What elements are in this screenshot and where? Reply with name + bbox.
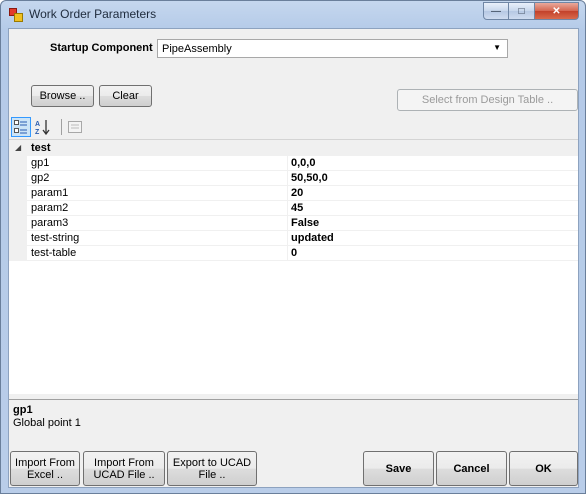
ok-button[interactable]: OK <box>509 451 578 486</box>
help-pane: gp1 Global point 1 <box>9 399 578 447</box>
property-name: gp2 <box>31 172 50 184</box>
dialog-window: Work Order Parameters — □ ✕ Startup Comp… <box>0 0 586 494</box>
minimize-button[interactable]: — <box>483 2 509 20</box>
property-value[interactable]: 50,50,0 <box>291 172 328 184</box>
export-ucad-line1: Export to UCAD <box>172 456 252 469</box>
property-name: test-table <box>31 247 77 259</box>
cancel-button[interactable]: Cancel <box>436 451 507 486</box>
app-icon <box>9 8 23 22</box>
save-button[interactable]: Save <box>363 451 434 486</box>
property-pages-icon[interactable] <box>65 117 85 137</box>
property-name: gp1 <box>31 157 50 169</box>
property-row[interactable]: test-string updated <box>9 231 578 246</box>
property-grid: ◢ test gp1 0,0,0 gp2 50,50,0 param1 20 p… <box>9 139 578 394</box>
chevron-down-icon[interactable]: ▼ <box>493 43 501 52</box>
import-excel-line2: Excel .. <box>26 468 64 481</box>
import-from-excel-button[interactable]: Import From Excel .. <box>10 451 80 486</box>
categorized-icon[interactable] <box>11 117 31 137</box>
property-row[interactable]: gp2 50,50,0 <box>9 171 578 186</box>
export-ucad-line2: File .. <box>198 468 226 481</box>
property-name: param3 <box>31 217 69 229</box>
export-to-ucad-button[interactable]: Export to UCAD File .. <box>167 451 257 486</box>
property-name: param1 <box>31 187 69 199</box>
property-row[interactable]: param2 45 <box>9 201 578 216</box>
property-row[interactable]: test-table 0 <box>9 246 578 261</box>
alphabetical-icon[interactable]: A Z <box>33 117 53 137</box>
property-grid-toolbar: A Z <box>9 115 578 139</box>
svg-text:A: A <box>35 121 40 128</box>
import-from-ucad-button[interactable]: Import From UCAD File .. <box>83 451 165 486</box>
property-name: test-string <box>31 232 80 244</box>
help-title: gp1 <box>13 404 33 416</box>
svg-text:Z: Z <box>35 129 40 135</box>
property-value[interactable]: updated <box>291 232 334 244</box>
caption-buttons: — □ ✕ <box>483 2 579 20</box>
property-row[interactable]: gp1 0,0,0 <box>9 156 578 171</box>
property-value[interactable]: 0 <box>291 247 297 259</box>
close-button[interactable]: ✕ <box>535 2 579 20</box>
startup-component-dropdown[interactable]: PipeAssembly ▼ <box>157 39 508 58</box>
startup-component-value: PipeAssembly <box>162 43 232 55</box>
title-bar[interactable]: Work Order Parameters — □ ✕ <box>1 1 585 27</box>
property-row[interactable]: param1 20 <box>9 186 578 201</box>
property-row[interactable]: param3 False <box>9 216 578 231</box>
help-description: Global point 1 <box>13 417 81 429</box>
client-area: Startup Component PipeAssembly ▼ Browse … <box>8 28 579 488</box>
property-value[interactable]: 45 <box>291 202 303 214</box>
maximize-button[interactable]: □ <box>509 2 535 20</box>
category-row[interactable]: ◢ test <box>9 140 578 156</box>
browse-button[interactable]: Browse .. <box>31 85 94 107</box>
window-title: Work Order Parameters <box>29 7 157 21</box>
import-ucad-line1: Import From <box>94 456 154 469</box>
property-value[interactable]: 20 <box>291 187 303 199</box>
property-value[interactable]: 0,0,0 <box>291 157 315 169</box>
import-ucad-line2: UCAD File .. <box>93 468 155 481</box>
property-name: param2 <box>31 202 69 214</box>
property-value[interactable]: False <box>291 217 319 229</box>
toolbar-separator <box>61 119 62 135</box>
startup-component-label: Startup Component <box>50 42 153 54</box>
clear-button[interactable]: Clear <box>99 85 152 107</box>
category-name: test <box>31 142 51 154</box>
select-from-design-table-button[interactable]: Select from Design Table .. <box>397 89 578 111</box>
import-excel-line1: Import From <box>15 456 75 469</box>
expand-collapse-icon[interactable]: ◢ <box>15 143 21 152</box>
